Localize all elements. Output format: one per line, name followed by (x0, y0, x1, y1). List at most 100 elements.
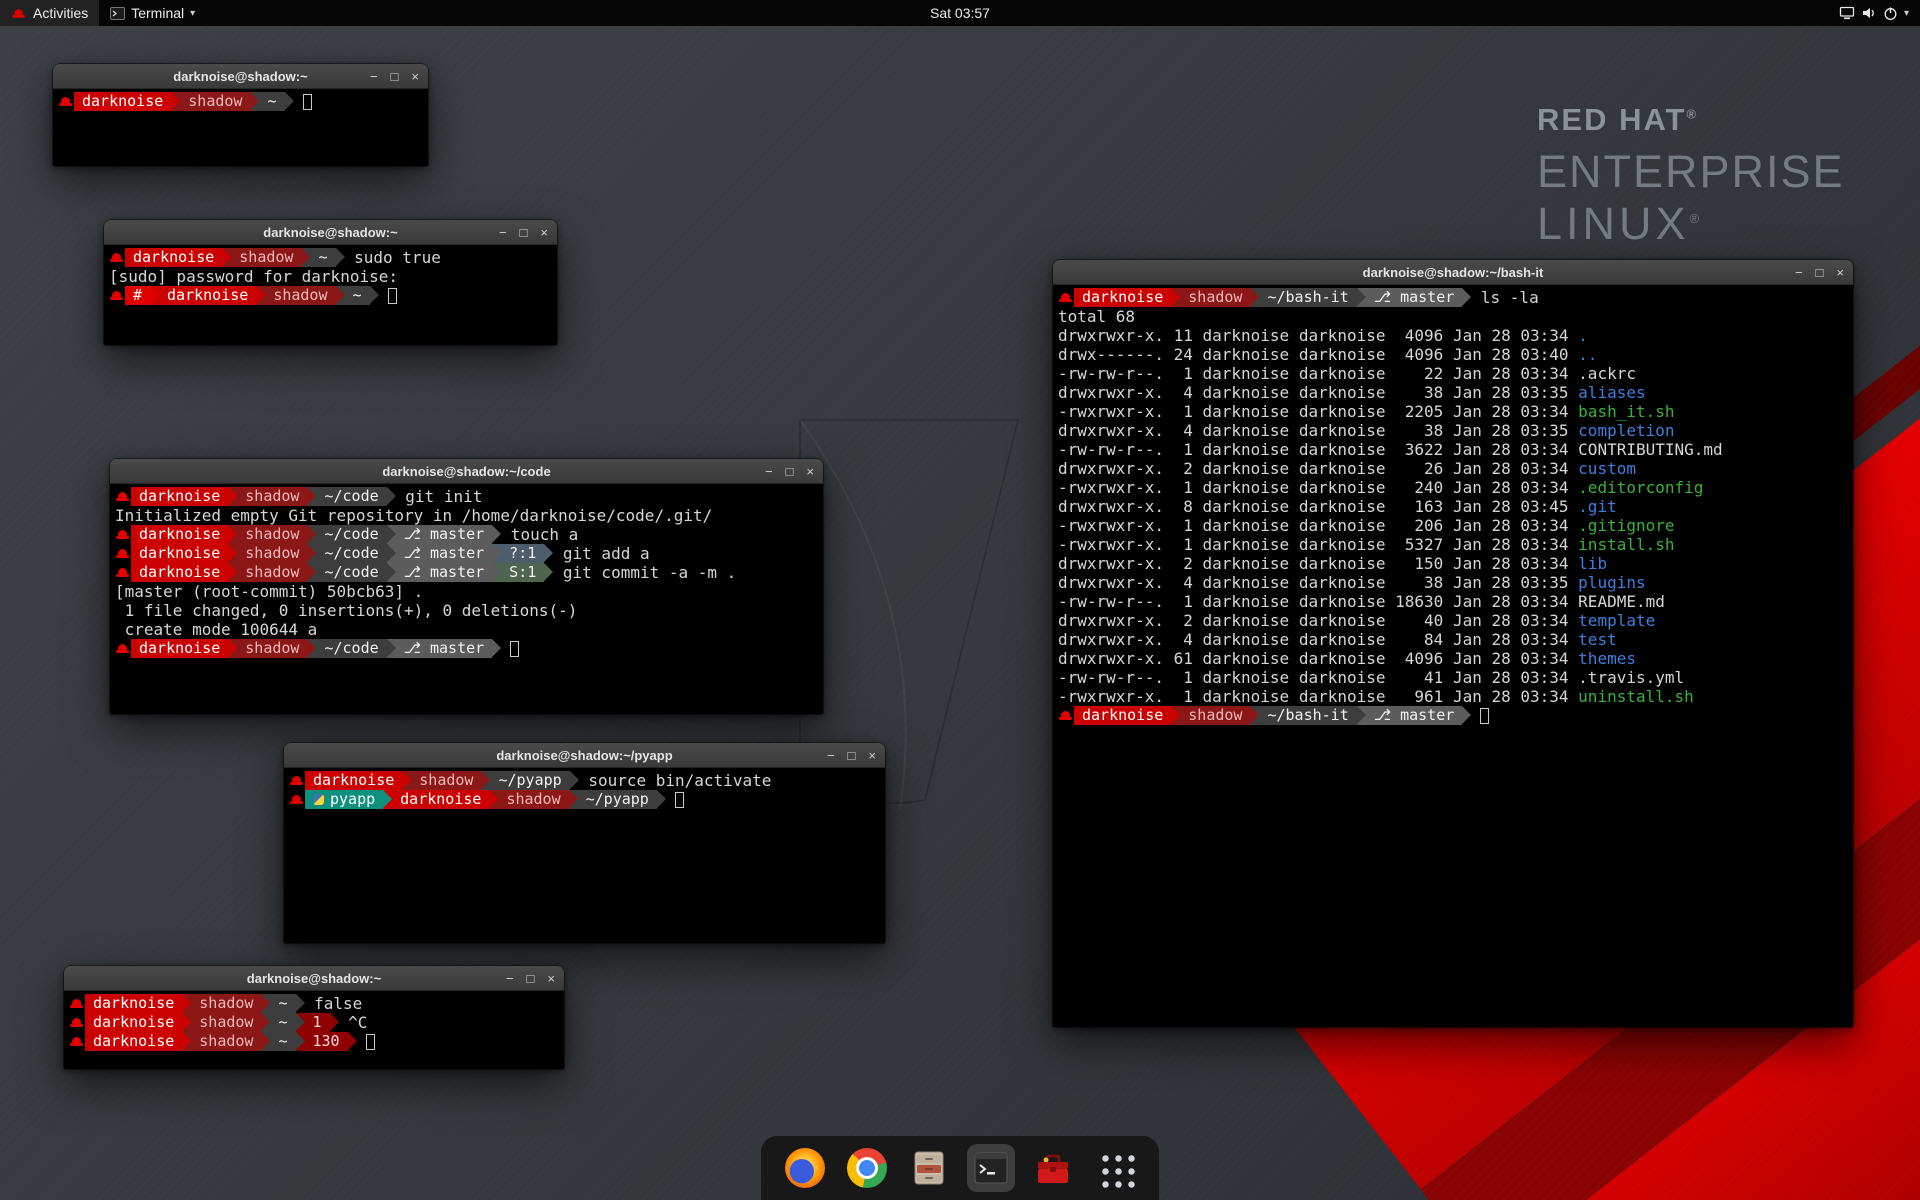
powerline-arrow-tri (544, 563, 553, 581)
terminal-screen[interactable]: darknoiseshadow~/pyapp source bin/activa… (284, 768, 885, 943)
powerline-arrow-tri (569, 790, 578, 808)
toolbox-glyph (1033, 1148, 1073, 1188)
powerline-arrow (387, 544, 396, 563)
powerline-arrow (492, 544, 501, 563)
terminal-window-code[interactable]: darknoise@shadow:~/code − □ × darknoises… (110, 459, 823, 714)
maximize-button[interactable]: □ (786, 465, 794, 478)
app-menu-terminal[interactable]: Terminal ▾ (99, 0, 206, 26)
redhat-prompt-icon (289, 771, 305, 790)
powerline-arrow-tri (336, 248, 345, 266)
prompt-segment-path: ~ (270, 994, 295, 1013)
window-title: darknoise@shadow:~/pyapp (496, 748, 672, 763)
terminal-screen[interactable]: darknoiseshadow~ sudo true[sudo] passwor… (104, 245, 557, 345)
terminal-line: drwxrwxr-x. 2 darknoise darknoise 40 Jan… (1058, 611, 1849, 630)
close-button[interactable]: × (1836, 266, 1844, 279)
powerline-arrow (336, 286, 345, 305)
terminal-line: drwxrwxr-x. 2 darknoise darknoise 26 Jan… (1058, 459, 1849, 478)
titlebar[interactable]: darknoise@shadow:~ − □ × (53, 64, 428, 89)
powerline-arrow (387, 639, 396, 658)
maximize-button[interactable]: □ (391, 70, 399, 83)
terminal-screen[interactable]: darknoiseshadow~ falsedarknoiseshadow~1 … (64, 991, 564, 1069)
minimize-button[interactable]: − (506, 972, 514, 985)
terminal-line: drwxrwxr-x. 4 darknoise darknoise 84 Jan… (1058, 630, 1849, 649)
close-button[interactable]: × (540, 226, 548, 239)
terminal-line: darknoiseshadow~ false (69, 994, 560, 1013)
window-title: darknoise@shadow:~ (263, 225, 397, 240)
terminal-text: .gitignore (1578, 516, 1674, 535)
terminal-text: drwxrwxr-x. 4 darknoise darknoise 38 Jan… (1058, 421, 1578, 440)
terminal-line: darknoiseshadow~/code⎇ masterS:1 git com… (115, 563, 819, 582)
system-menu[interactable]: ▾ (1828, 0, 1920, 26)
terminal-window-bash-it[interactable]: darknoise@shadow:~/bash-it − □ × darknoi… (1053, 260, 1853, 1027)
maximize-button[interactable]: □ (520, 226, 528, 239)
powerline-arrow-tri (307, 487, 316, 505)
powerline-arrow (296, 994, 305, 1013)
app-grid-icon[interactable] (1091, 1144, 1139, 1192)
terminal-screen[interactable]: darknoiseshadow~/bash-it⎇ master ls -lat… (1053, 285, 1853, 1027)
terminal-text: . (1578, 326, 1588, 345)
clock[interactable]: Sat 03:57 (920, 0, 1000, 26)
firefox-icon[interactable] (781, 1144, 829, 1192)
maximize-button[interactable]: □ (1816, 266, 1824, 279)
maximize-button[interactable]: □ (527, 972, 535, 985)
powerline-arrow (492, 563, 501, 582)
close-button[interactable]: × (806, 465, 814, 478)
powerline-arrow-tri (296, 994, 305, 1012)
terminal-cursor (510, 641, 519, 657)
terminal-window-sudo[interactable]: darknoise@shadow:~ − □ × darknoiseshadow… (104, 220, 557, 345)
prompt-segment-path: ~ (345, 286, 370, 305)
terminal-text: -rwxrwxr-x. 1 darknoise darknoise 206 Ja… (1058, 516, 1578, 535)
maximize-button[interactable]: □ (848, 749, 856, 762)
powerline-arrow (481, 771, 490, 790)
titlebar[interactable]: darknoise@shadow:~ − □ × (64, 966, 564, 991)
minimize-button[interactable]: − (499, 226, 507, 239)
redhat-prompt-icon (1058, 288, 1074, 307)
terminal-line: [master (root-commit) 50bcb63] . (115, 582, 819, 601)
powerline-arrow-tri (307, 525, 316, 543)
titlebar[interactable]: darknoise@shadow:~/pyapp − □ × (284, 743, 885, 768)
titlebar[interactable]: darknoise@shadow:~ − □ × (104, 220, 557, 245)
prompt-segment-host: shadow (237, 563, 307, 582)
close-button[interactable]: × (547, 972, 555, 985)
close-button[interactable]: × (868, 749, 876, 762)
powerline-arrow-tri (402, 771, 411, 789)
window-title: darknoise@shadow:~/code (382, 464, 550, 479)
python-icon (313, 794, 324, 805)
powerline-arrow-tri (489, 790, 498, 808)
titlebar[interactable]: darknoise@shadow:~/bash-it − □ × (1053, 260, 1853, 285)
terminal-window-pyapp[interactable]: darknoise@shadow:~/pyapp − □ × darknoise… (284, 743, 885, 943)
terminal-line: drwxrwxr-x. 4 darknoise darknoise 38 Jan… (1058, 421, 1849, 440)
terminal-line: create mode 100644 a (115, 620, 819, 639)
terminal-screen[interactable]: darknoiseshadow~ (53, 89, 428, 166)
terminal-line: darknoiseshadow~/code git init (115, 487, 819, 506)
close-button[interactable]: × (411, 70, 419, 83)
terminal-line: -rw-rw-r--. 1 darknoise darknoise 3622 J… (1058, 440, 1849, 459)
powerline-arrow-tri (1250, 288, 1259, 306)
toolbox-icon[interactable] (1029, 1144, 1077, 1192)
powerline-arrow (544, 563, 553, 582)
minimize-button[interactable]: − (827, 749, 835, 762)
files-icon[interactable] (905, 1144, 953, 1192)
powerline-arrow-tri (1171, 706, 1180, 724)
prompt-segment-user: darknoise (131, 563, 228, 582)
minimize-button[interactable]: − (370, 70, 378, 83)
terminal-window-home-1[interactable]: darknoise@shadow:~ − □ × darknoiseshadow… (53, 64, 428, 166)
chrome-icon[interactable] (843, 1144, 891, 1192)
terminal-line: -rw-rw-r--. 1 darknoise darknoise 18630 … (1058, 592, 1849, 611)
terminal-screen[interactable]: darknoiseshadow~/code git initInitialize… (110, 484, 823, 714)
minimize-button[interactable]: − (1795, 266, 1803, 279)
titlebar[interactable]: darknoise@shadow:~/code − □ × (110, 459, 823, 484)
powerline-arrow-tri (150, 286, 159, 304)
powerline-arrow-tri (296, 1013, 305, 1031)
powerline-arrow-tri (657, 790, 666, 808)
powerline-arrow-tri (182, 1013, 191, 1031)
redhat-prompt-icon (109, 286, 125, 305)
activities-button[interactable]: Activities (0, 0, 99, 26)
terminal-icon[interactable] (967, 1144, 1015, 1192)
terminal-window-home-2[interactable]: darknoise@shadow:~ − □ × darknoiseshadow… (64, 966, 564, 1069)
powerline-arrow (228, 487, 237, 506)
terminal-line: [sudo] password for darknoise: (109, 267, 553, 286)
prompt-segment-path: ~/code (316, 544, 386, 563)
minimize-button[interactable]: − (765, 465, 773, 478)
chrome-glyph (847, 1148, 887, 1188)
